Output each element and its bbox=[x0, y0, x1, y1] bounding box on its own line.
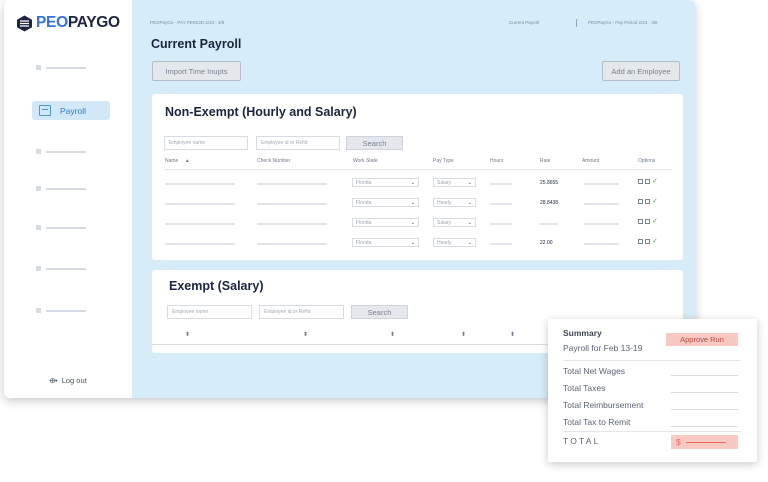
rate-value: 22.00 bbox=[540, 240, 553, 246]
summary-title: Summary bbox=[563, 328, 602, 338]
col-amount-header: Amount bbox=[582, 158, 600, 164]
delete-icon bbox=[645, 179, 650, 184]
breadcrumb-left: PEOPayGo - PAY PERIOD 2/23 - 3/8 bbox=[150, 20, 225, 25]
import-time-inputs-button[interactable]: Import Time Inupts bbox=[152, 61, 241, 81]
col-options-header: Options bbox=[638, 158, 656, 164]
sidebar-item-4[interactable] bbox=[36, 225, 86, 230]
add-employee-button[interactable]: Add an Employee bbox=[602, 61, 680, 81]
work-state-select[interactable]: Florida ⌄ bbox=[352, 198, 419, 207]
pay-type-select[interactable]: Salary ⌄ bbox=[433, 218, 476, 227]
col-pay-type-header: Pay Type bbox=[433, 158, 454, 164]
sort-asc-icon: ▲ bbox=[184, 158, 190, 164]
summary-divider bbox=[563, 360, 741, 361]
col-hours-header: Hours bbox=[490, 158, 504, 164]
row-options[interactable]: ✓ bbox=[638, 198, 658, 205]
total-reimbursement-value bbox=[671, 409, 738, 410]
pay-type-select[interactable]: Salary ⌄ bbox=[433, 178, 476, 187]
edit-icon bbox=[638, 199, 643, 204]
sidebar-item-3[interactable] bbox=[36, 186, 86, 191]
total-label: TOTAL bbox=[563, 436, 601, 446]
sidebar-item-5[interactable] bbox=[36, 266, 86, 271]
search-button[interactable]: Search bbox=[351, 305, 408, 319]
rate-value: 25.8655 bbox=[540, 180, 559, 186]
sidebar: PEOPAYGO Payroll ⟴ Log out bbox=[4, 0, 132, 398]
breadcrumb-current[interactable]: Current Payroll bbox=[509, 20, 539, 25]
logout-icon: ⟴ bbox=[49, 376, 58, 385]
pay-type-select[interactable]: Hourly ⌄ bbox=[433, 198, 476, 207]
work-state-select[interactable]: Florida ⌄ bbox=[352, 218, 419, 227]
col-rate-header: Rate bbox=[540, 158, 551, 164]
employee-name-input[interactable]: Employee name bbox=[167, 305, 252, 319]
breadcrumb-separator bbox=[576, 19, 577, 27]
check-icon: ✓ bbox=[652, 218, 658, 225]
non-exempt-card: Non-Exempt (Hourly and Salary) Employee … bbox=[152, 94, 683, 260]
row-options[interactable]: ✓ bbox=[638, 178, 658, 185]
chevron-down-icon: ⌄ bbox=[410, 200, 415, 206]
employee-name-input[interactable]: Employee name bbox=[164, 136, 248, 150]
check-icon: ✓ bbox=[652, 178, 658, 185]
summary-panel: Summary Payroll for Feb 13-19 Approve Ru… bbox=[548, 319, 757, 462]
payroll-icon bbox=[39, 105, 51, 116]
work-state-select[interactable]: Florida ⌄ bbox=[352, 178, 419, 187]
logo-text: PEOPAYGO bbox=[36, 14, 120, 31]
total-net-wages-value bbox=[671, 375, 738, 376]
row-options[interactable]: ✓ bbox=[638, 238, 658, 245]
delete-icon bbox=[645, 239, 650, 244]
chevron-down-icon: ⌄ bbox=[410, 180, 415, 186]
delete-icon bbox=[645, 199, 650, 204]
check-icon: ✓ bbox=[652, 198, 658, 205]
logout-label: Log out bbox=[61, 376, 87, 385]
chevron-down-icon: ⌄ bbox=[410, 240, 415, 246]
total-tax-to-remit-value bbox=[671, 426, 738, 427]
sidebar-item-1[interactable] bbox=[36, 65, 86, 70]
chevron-down-icon: ⌄ bbox=[467, 220, 472, 226]
delete-icon bbox=[645, 219, 650, 224]
chevron-down-icon: ⌄ bbox=[467, 180, 472, 186]
exempt-title: Exempt (Salary) bbox=[169, 279, 264, 293]
non-exempt-title: Non-Exempt (Hourly and Salary) bbox=[165, 105, 357, 119]
sort-icon[interactable]: ⬍ bbox=[390, 331, 395, 338]
logo-mark-icon bbox=[17, 15, 32, 31]
sort-icon[interactable]: ⬍ bbox=[185, 331, 190, 338]
sidebar-item-label: Payroll bbox=[60, 105, 86, 116]
sort-icon[interactable]: ⬍ bbox=[303, 331, 308, 338]
chevron-down-icon: ⌄ bbox=[467, 200, 472, 206]
search-button[interactable]: Search bbox=[346, 136, 403, 150]
edit-icon bbox=[638, 179, 643, 184]
col-work-state-header: Work State bbox=[353, 158, 378, 164]
total-tax-to-remit-label: Total Tax to Remit bbox=[563, 417, 631, 427]
total-taxes-label: Total Taxes bbox=[563, 383, 606, 393]
breadcrumb-right: PEOPayGo - Pay Period 2/23 - 3/8 bbox=[588, 20, 658, 25]
check-icon: ✓ bbox=[652, 238, 658, 245]
sidebar-item-2[interactable] bbox=[36, 149, 86, 154]
sidebar-item-6[interactable] bbox=[36, 308, 86, 313]
summary-divider bbox=[563, 431, 741, 432]
total-value: $ bbox=[671, 435, 738, 449]
page-title: Current Payroll bbox=[151, 37, 242, 51]
logo: PEOPAYGO bbox=[16, 14, 120, 32]
row-options[interactable]: ✓ bbox=[638, 218, 658, 225]
approve-run-button[interactable]: Approve Run bbox=[666, 333, 738, 346]
dollar-icon: $ bbox=[676, 437, 681, 447]
employee-id-input[interactable]: Employee id or Refld bbox=[256, 136, 340, 150]
pay-type-select[interactable]: Hourly ⌄ bbox=[433, 238, 476, 247]
edit-icon bbox=[638, 239, 643, 244]
work-state-select[interactable]: Florida ⌄ bbox=[352, 238, 419, 247]
col-check-number-header: Check Number bbox=[257, 158, 291, 164]
total-taxes-value bbox=[671, 392, 738, 393]
chevron-down-icon: ⌄ bbox=[467, 240, 472, 246]
edit-icon bbox=[638, 219, 643, 224]
chevron-down-icon: ⌄ bbox=[410, 220, 415, 226]
col-name-header[interactable]: Name ▲ bbox=[165, 158, 190, 164]
rate-value: 28.8438 bbox=[540, 200, 559, 206]
sidebar-item-payroll[interactable]: Payroll bbox=[32, 101, 110, 120]
table-header-divider bbox=[164, 169, 672, 170]
logout-link[interactable]: ⟴ Log out bbox=[49, 376, 87, 385]
summary-subtitle: Payroll for Feb 13-19 bbox=[563, 343, 643, 353]
sort-icon[interactable]: ⬍ bbox=[461, 331, 466, 338]
total-reimbursement-label: Total Reimbursement bbox=[563, 400, 644, 410]
sort-icon[interactable]: ⬍ bbox=[510, 331, 515, 338]
total-net-wages-label: Total Net Wages bbox=[563, 366, 626, 376]
employee-id-input[interactable]: Employee id or Refld bbox=[259, 305, 344, 319]
